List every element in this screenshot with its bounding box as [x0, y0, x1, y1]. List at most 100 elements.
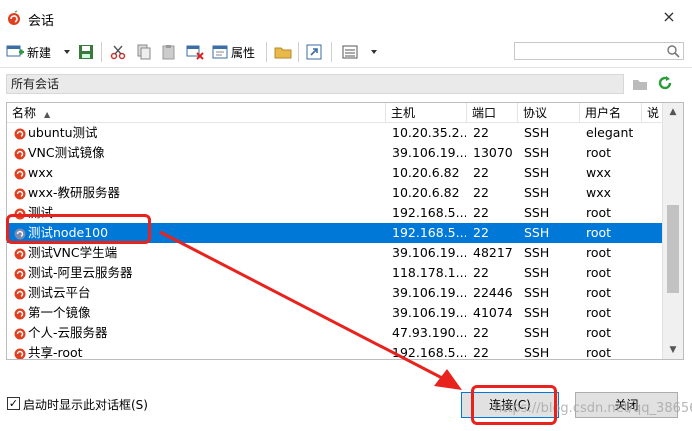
session-icon [14, 148, 26, 160]
cell-name: 测试VNC学生端 [28, 245, 118, 260]
properties-label: 属性 [231, 45, 256, 60]
toolbar-divider [298, 42, 299, 62]
new-session-label: 新建 [27, 45, 52, 60]
view-dropdown-arrow[interactable] [370, 42, 378, 62]
session-icon [14, 348, 26, 359]
show-on-start-checkbox[interactable]: ✓ [7, 397, 20, 410]
delete-button[interactable] [186, 42, 204, 62]
connect-button[interactable]: 连接(C) [461, 392, 559, 418]
toolbar-divider [331, 42, 332, 62]
show-on-start-label[interactable]: 启动时显示此对话框(S) [23, 396, 148, 413]
session-row[interactable]: 测试 192.168.5.... 22 SSH root [7, 203, 662, 223]
column-header-port[interactable]: 端口 [467, 103, 518, 123]
window-title: 会话 [28, 14, 55, 29]
cell-protocol: SSH [524, 325, 550, 340]
cell-username: wxx [586, 185, 612, 200]
properties-button[interactable]: 属性 [212, 42, 255, 62]
cell-username: root [586, 285, 612, 300]
session-row[interactable]: 共享-root 192.168.5.... 22 SSH root [7, 343, 662, 360]
cell-protocol: SSH [524, 305, 550, 320]
session-row[interactable]: 测试云平台 39.106.19... 22446 SSH root [7, 283, 662, 303]
session-icon [14, 128, 26, 140]
session-row[interactable]: 个人-云服务器 47.93.190.... 22 SSH root [7, 323, 662, 343]
cell-username: root [586, 345, 612, 360]
cut-button[interactable] [110, 42, 126, 62]
close-button[interactable]: 关闭 [575, 392, 678, 418]
cell-username: root [586, 205, 612, 220]
cell-protocol: SSH [524, 345, 550, 360]
cell-port: 22 [473, 345, 489, 360]
new-session-button[interactable]: 新建 [6, 42, 51, 62]
cell-name: wxx [28, 165, 54, 180]
save-button[interactable] [78, 42, 94, 62]
cell-username: root [586, 305, 612, 320]
cell-protocol: SSH [524, 285, 550, 300]
cell-host: 10.20.35.2... [392, 125, 466, 140]
column-header-protocol[interactable]: 协议 [518, 103, 580, 123]
session-icon [14, 328, 26, 340]
session-icon [14, 248, 26, 260]
column-header-name[interactable]: 名称 ▲ [7, 103, 386, 123]
cell-host: 192.168.5.... [392, 345, 466, 360]
session-icon [14, 288, 26, 300]
cell-name: wxx-教研服务器 [28, 185, 121, 200]
cell-name: 测试云平台 [28, 285, 91, 300]
cell-host: 10.20.6.82 [392, 185, 460, 200]
session-row[interactable]: VNC测试镜像 39.106.19... 13070 SSH root [7, 143, 662, 163]
save-icon [79, 45, 93, 59]
session-row[interactable]: 第一个镜像 39.106.19... 41074 SSH root [7, 303, 662, 323]
cell-port: 22 [473, 165, 489, 180]
session-row[interactable]: wxx 10.20.6.82 22 SSH wxx [7, 163, 662, 183]
session-row[interactable]: 测试-阿里云服务器 118.178.1... 22 SSH root [7, 263, 662, 283]
column-header-name-label: 名称 [12, 106, 37, 120]
parent-folder-icon[interactable] [632, 76, 648, 92]
open-session-button[interactable] [306, 42, 322, 62]
session-row[interactable]: ubuntu测试 10.20.35.2... 22 SSH elegant [7, 123, 662, 143]
new-folder-button[interactable] [274, 42, 292, 62]
session-row[interactable]: 测试node100 192.168.5.... 22 SSH root [7, 223, 662, 243]
cell-port: 22 [473, 225, 489, 240]
session-row[interactable]: 测试VNC学生端 39.106.19... 48217 SSH root [7, 243, 662, 263]
folder-icon [274, 47, 292, 59]
column-header-username[interactable]: 用户名 [580, 103, 642, 123]
paste-button[interactable] [161, 42, 177, 62]
cell-protocol: SSH [524, 125, 550, 140]
cell-name: 测试 [28, 205, 54, 220]
properties-icon [212, 45, 228, 59]
cell-protocol: SSH [524, 205, 550, 220]
cell-host: 192.168.5.... [392, 205, 466, 220]
search-input[interactable] [514, 42, 684, 60]
cell-protocol: SSH [524, 185, 550, 200]
toolbar-divider [101, 42, 102, 62]
refresh-icon[interactable] [656, 74, 674, 92]
view-button[interactable] [342, 42, 358, 62]
column-header-description[interactable]: 说 [642, 103, 662, 123]
cell-host: 47.93.190.... [392, 325, 466, 340]
cell-name: 第一个镜像 [28, 305, 91, 320]
cell-host: 118.178.1... [392, 265, 466, 280]
new-session-icon [6, 45, 24, 57]
scrollbar-thumb[interactable] [667, 205, 679, 293]
scroll-down-arrow-icon[interactable]: ▼ [663, 341, 683, 359]
cell-name: VNC测试镜像 [28, 145, 105, 160]
column-header-host[interactable]: 主机 [386, 103, 467, 123]
cell-name: 共享-root [28, 345, 83, 360]
delete-icon [186, 45, 204, 60]
cell-username: root [586, 245, 612, 260]
cell-host: 39.106.19... [392, 245, 466, 260]
session-row[interactable]: wxx-教研服务器 10.20.6.82 22 SSH wxx [7, 183, 662, 203]
cell-username: elegant [586, 125, 634, 140]
scissors-icon [110, 45, 126, 60]
chevron-down-icon [64, 50, 70, 54]
search-icon [667, 45, 680, 58]
cell-port: 13070 [473, 145, 513, 160]
scroll-up-arrow-icon[interactable]: ▲ [663, 103, 683, 121]
new-dropdown-arrow[interactable] [63, 42, 71, 62]
copy-icon [137, 44, 151, 60]
cell-name: 测试node100 [28, 225, 109, 240]
sessions-table: 名称 ▲ 主机 端口 协议 用户名 说 ubuntu测试 10.20.35.2...… [6, 102, 684, 360]
session-icon [14, 268, 26, 280]
close-window-button[interactable]: × [658, 6, 680, 28]
copy-button[interactable] [136, 42, 152, 62]
vertical-scrollbar[interactable]: ▲ ▼ [662, 103, 683, 359]
